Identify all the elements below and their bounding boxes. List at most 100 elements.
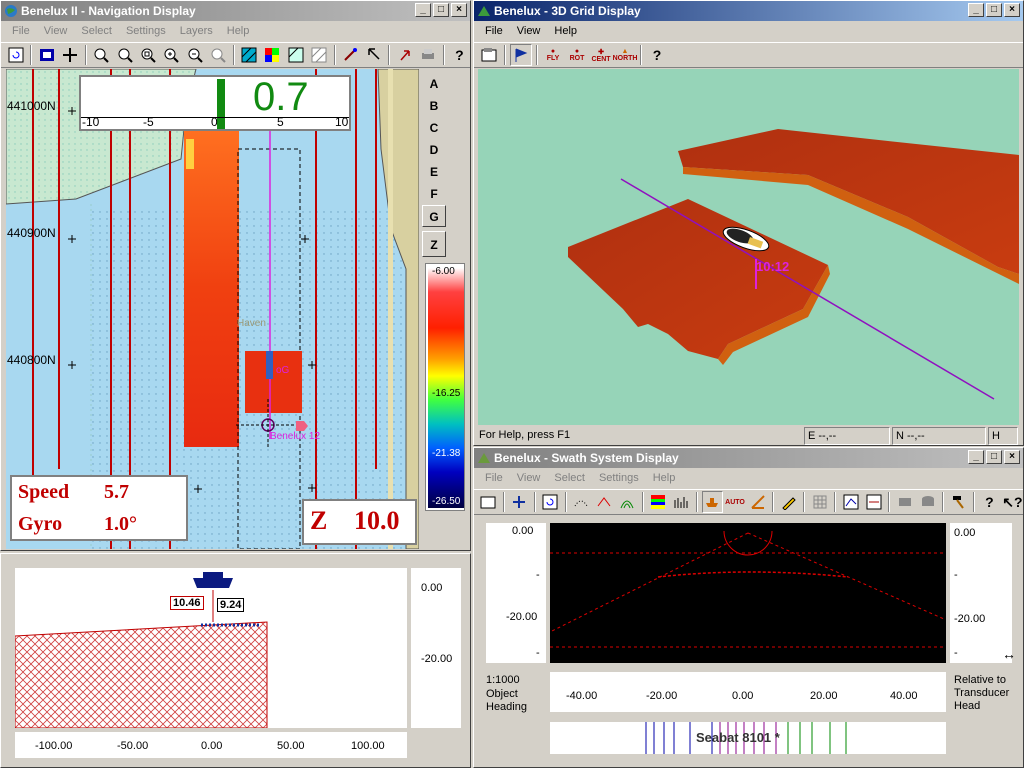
- zoom-out-icon[interactable]: [184, 44, 205, 66]
- nav-title-bar[interactable]: Benelux II - Navigation Display _ □ ×: [1, 1, 470, 21]
- hammer-icon[interactable]: [948, 491, 969, 513]
- swath-menu-settings[interactable]: Settings: [592, 469, 646, 488]
- angle-icon[interactable]: [747, 491, 768, 513]
- zoom-icon[interactable]: [114, 44, 135, 66]
- letter-b-button[interactable]: B: [422, 95, 446, 117]
- nav-menu-view[interactable]: View: [37, 22, 75, 41]
- fly-button[interactable]: ● FLY: [542, 44, 564, 66]
- center-button[interactable]: ✚ CENT: [590, 44, 612, 66]
- minimize-button[interactable]: _: [968, 3, 984, 17]
- close-button[interactable]: ×: [1004, 450, 1020, 464]
- logo-label: oG: [276, 365, 290, 376]
- swath-right-label-0: 0.00: [954, 527, 976, 539]
- globe-icon: [5, 5, 17, 17]
- profile-x-label-m50: -50.00: [117, 740, 149, 752]
- zoom-window-icon[interactable]: [91, 44, 112, 66]
- curve-icon[interactable]: [594, 491, 615, 513]
- auto-button[interactable]: AUTO: [725, 491, 746, 513]
- zoom-previous-icon[interactable]: [207, 44, 228, 66]
- help-icon[interactable]: ?: [646, 44, 668, 66]
- terrain-scene: [568, 129, 1019, 400]
- pan-icon[interactable]: [60, 44, 81, 66]
- color-scale-icon[interactable]: [648, 491, 669, 513]
- refresh-icon[interactable]: [5, 44, 26, 66]
- measure-icon[interactable]: [340, 44, 361, 66]
- crosshair-icon[interactable]: [509, 491, 530, 513]
- help-icon[interactable]: ?: [449, 44, 470, 66]
- refresh-icon[interactable]: [540, 491, 561, 513]
- minimize-button[interactable]: _: [968, 450, 984, 464]
- hatch-icon[interactable]: [239, 44, 260, 66]
- swath-app-icon: [478, 453, 490, 463]
- speed-gyro-panel: Speed 5.7 Gyro 1.0°: [10, 475, 188, 541]
- chart-view-icon[interactable]: [863, 491, 884, 513]
- letter-d-button[interactable]: D: [422, 139, 446, 161]
- fan-icon[interactable]: [617, 491, 638, 513]
- gauge-tick-5: 5: [277, 115, 284, 129]
- gauge-tick-0: 0: [211, 115, 218, 129]
- boat-icon[interactable]: [701, 491, 723, 513]
- letter-z-button[interactable]: Z: [422, 231, 446, 257]
- chart-edit-icon[interactable]: [840, 491, 861, 513]
- nav-title: Benelux II - Navigation Display: [21, 4, 196, 18]
- help-icon[interactable]: ?: [979, 491, 1000, 513]
- grid3d-canvas[interactable]: 10:12: [478, 69, 1019, 425]
- filter-icon[interactable]: [894, 491, 915, 513]
- zoom-in-icon[interactable]: [161, 44, 182, 66]
- grid3d-menu-file[interactable]: File: [478, 22, 510, 41]
- layers-icon[interactable]: [36, 44, 57, 66]
- letter-a-button[interactable]: A: [422, 73, 446, 95]
- swath-left-label-mid2: -: [536, 647, 540, 659]
- maximize-button[interactable]: □: [986, 450, 1002, 464]
- nav-menu-file[interactable]: File: [5, 22, 37, 41]
- swath-menu-help[interactable]: Help: [646, 469, 683, 488]
- nav-menu-select[interactable]: Select: [74, 22, 119, 41]
- swath-menu-select[interactable]: Select: [547, 469, 592, 488]
- swath-title-bar[interactable]: Benelux - Swath System Display _ □ ×: [474, 448, 1023, 468]
- letter-e-button[interactable]: E: [422, 161, 446, 183]
- fill-icon[interactable]: [285, 44, 306, 66]
- grid3d-title-bar[interactable]: Benelux - 3D Grid Display _ □ ×: [474, 1, 1023, 21]
- vessel-label[interactable]: Benelux 12: [270, 431, 320, 442]
- map-canvas[interactable]: 441000N 440900N 440800N Haven oG Benelux…: [6, 69, 419, 549]
- properties-icon[interactable]: [478, 491, 499, 513]
- pointer-icon[interactable]: [363, 44, 384, 66]
- grid3d-menu-view[interactable]: View: [510, 22, 548, 41]
- nav-menu-settings[interactable]: Settings: [119, 22, 173, 41]
- letter-f-button[interactable]: F: [422, 183, 446, 205]
- swath-canvas[interactable]: [550, 523, 946, 663]
- grid-icon[interactable]: [262, 44, 283, 66]
- swath-menu-view[interactable]: View: [510, 469, 548, 488]
- grid3d-menu-help[interactable]: Help: [547, 22, 584, 41]
- profile-canvas[interactable]: 10.46 9.24: [15, 568, 407, 728]
- swath-left-label-mid1: -: [536, 569, 540, 581]
- letter-g-button[interactable]: G: [422, 205, 446, 227]
- close-button[interactable]: ×: [1004, 3, 1020, 17]
- maximize-button[interactable]: □: [986, 3, 1002, 17]
- histogram-icon[interactable]: [671, 491, 692, 513]
- properties-icon[interactable]: [478, 44, 500, 66]
- pattern-icon[interactable]: [308, 44, 329, 66]
- offtrack-gauge: 0.7 -10 -5 0 5 10: [79, 75, 351, 131]
- waypoint-icon[interactable]: [394, 44, 415, 66]
- flag-icon[interactable]: [510, 44, 532, 66]
- points-icon[interactable]: [571, 491, 592, 513]
- letter-c-button[interactable]: C: [422, 117, 446, 139]
- close-button[interactable]: ×: [451, 3, 467, 17]
- gauge-tick-minus5: -5: [143, 115, 154, 129]
- print-icon[interactable]: [418, 44, 439, 66]
- zoom-box-icon[interactable]: [137, 44, 158, 66]
- swath-menu-file[interactable]: File: [478, 469, 510, 488]
- database-icon[interactable]: [917, 491, 938, 513]
- north-button[interactable]: ▲ NORTH: [613, 44, 638, 66]
- swath-x-label-40: 40.00: [890, 690, 918, 702]
- rotate-button[interactable]: ● ROT: [566, 44, 588, 66]
- nav-menu-help[interactable]: Help: [220, 22, 257, 41]
- grid-icon[interactable]: [809, 491, 830, 513]
- context-help-icon[interactable]: ↖?: [1002, 491, 1023, 513]
- pencil-icon[interactable]: [778, 491, 799, 513]
- maximize-button[interactable]: □: [433, 3, 449, 17]
- nav-menu-layers[interactable]: Layers: [173, 22, 220, 41]
- minimize-button[interactable]: _: [415, 3, 431, 17]
- gauge-needle: [217, 79, 225, 129]
